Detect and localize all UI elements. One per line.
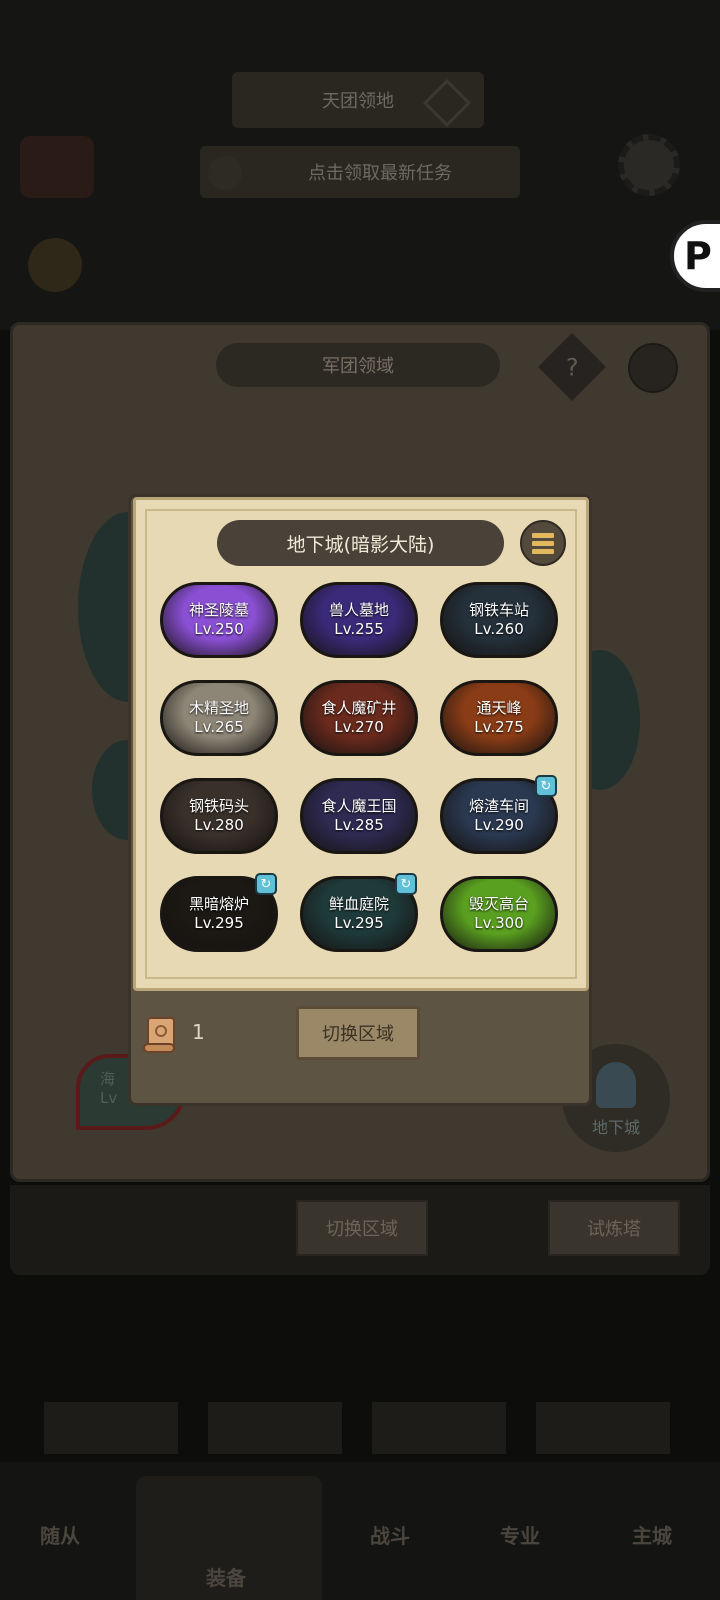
bg-switch-area-button[interactable]: 切换区域 [296, 1200, 428, 1256]
territory-banner-text: 天团领地 [322, 91, 394, 112]
swirl-badge-icon: ↻ [535, 775, 557, 797]
swirl-badge-icon: ↻ [255, 873, 277, 895]
dungeon-name: 食人魔王国 [321, 797, 397, 815]
dungeon-modal-title: 地下城(暗影大陆) [217, 520, 504, 566]
task-banner[interactable]: 点击领取最新任务 [200, 146, 520, 198]
dungeon-tile[interactable]: 木精圣地 Lv.265 [160, 680, 278, 756]
dungeon-name: 通天峰 [476, 699, 522, 717]
bg-action-slot-4 [536, 1402, 670, 1454]
bg-action-slot-3 [372, 1402, 506, 1454]
swirl-badge-icon: ↻ [395, 873, 417, 895]
dungeon-name: 兽人墓地 [328, 601, 389, 619]
dungeon-level: Lv.275 [474, 718, 524, 736]
task-icon [208, 156, 242, 190]
coin-icon[interactable] [28, 238, 82, 292]
bottom-tab-battle[interactable]: 战斗 [370, 1520, 410, 1549]
dungeon-level: Lv.255 [334, 620, 384, 638]
dungeon-level: Lv.270 [334, 718, 384, 736]
dungeon-level: Lv.280 [194, 816, 244, 834]
scroll-item-icon [143, 1017, 175, 1053]
scroll-count: 1 [192, 1020, 205, 1044]
dungeon-node-icon [596, 1062, 636, 1108]
dungeon-name: 毁灭高台 [468, 895, 529, 913]
bottom-tab-equipment[interactable]: 装备 [206, 1562, 246, 1591]
bottom-nav [0, 1462, 720, 1600]
dungeon-tile[interactable]: 黑暗熔炉 Lv.295 ↻ [160, 873, 278, 952]
dungeon-name: 食人魔矿井 [321, 699, 397, 717]
help-symbol: ? [565, 353, 579, 381]
dungeon-level: Lv.260 [474, 620, 524, 638]
dungeon-tile[interactable]: 食人魔矿井 Lv.270 [300, 680, 418, 756]
bottom-tab-followers[interactable]: 随从 [40, 1520, 80, 1549]
legion-menu-icon[interactable] [628, 343, 678, 393]
bottom-tab-city[interactable]: 主城 [632, 1520, 672, 1549]
dungeon-level: Lv.265 [194, 718, 244, 736]
dungeon-tile[interactable]: 食人魔王国 Lv.285 [300, 778, 418, 854]
settings-gear-icon[interactable] [618, 134, 680, 196]
dungeon-level: Lv.250 [194, 620, 244, 638]
trial-tower-button[interactable]: 试炼塔 [548, 1200, 680, 1256]
legion-title-text: 军团领域 [322, 356, 394, 377]
event-icon[interactable] [20, 136, 94, 198]
dungeon-name: 鲜血庭院 [328, 895, 389, 913]
bg-action-slot-2 [208, 1402, 342, 1454]
legion-title: 军团领域 [216, 343, 500, 387]
dungeon-tile[interactable]: 通天峰 Lv.275 [440, 680, 558, 756]
task-banner-text: 点击领取最新任务 [308, 163, 452, 184]
bg-action-slot-1 [44, 1402, 178, 1454]
dungeon-name: 木精圣地 [188, 699, 249, 717]
dungeon-name: 钢铁车站 [468, 601, 529, 619]
dungeon-modal-title-text: 地下城(暗影大陆) [286, 533, 435, 556]
dungeon-tile[interactable]: 钢铁车站 Lv.260 [440, 582, 558, 658]
dungeon-name: 神圣陵墓 [188, 601, 249, 619]
dungeon-name: 钢铁码头 [188, 797, 249, 815]
dungeon-name: 熔渣车间 [468, 797, 529, 815]
dungeon-tile[interactable]: 熔渣车间 Lv.290 ↻ [440, 775, 558, 854]
dungeon-level: Lv.290 [474, 816, 524, 834]
switch-area-label: 切换区域 [322, 1024, 394, 1045]
dungeon-tile[interactable]: 毁灭高台 Lv.300 [440, 876, 558, 952]
dungeon-level: Lv.285 [334, 816, 384, 834]
dungeon-level: Lv.295 [334, 914, 384, 932]
dungeon-tile[interactable]: 鲜血庭院 Lv.295 ↻ [300, 873, 418, 952]
bottom-tab-profession[interactable]: 专业 [500, 1520, 540, 1549]
dungeon-list-menu-icon[interactable] [520, 520, 566, 566]
trial-tower-label: 试炼塔 [587, 1219, 641, 1240]
switch-area-button[interactable]: 切换区域 [296, 1006, 420, 1060]
dungeon-tile[interactable]: 兽人墓地 Lv.255 [300, 582, 418, 658]
dungeon-level: Lv.295 [194, 914, 244, 932]
dungeon-name: 黑暗熔炉 [188, 895, 249, 913]
dungeon-node-label: 地下城 [591, 1118, 640, 1137]
dungeon-level: Lv.300 [474, 914, 524, 932]
bg-switch-area-label: 切换区域 [326, 1219, 398, 1240]
dungeon-tile[interactable]: 钢铁码头 Lv.280 [160, 778, 278, 854]
dungeon-tile[interactable]: 神圣陵墓 Lv.250 [160, 582, 278, 658]
